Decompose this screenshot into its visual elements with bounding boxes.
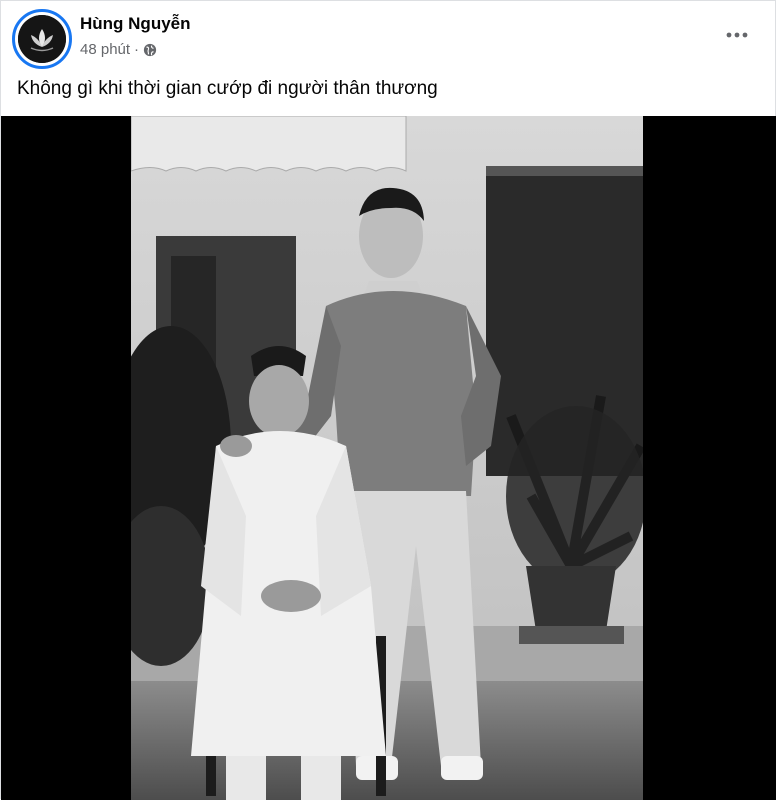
meta-separator: · bbox=[134, 41, 140, 58]
post-time[interactable]: 48 phút bbox=[80, 41, 130, 58]
author-name[interactable]: Hùng Nguyễn bbox=[80, 14, 191, 34]
avatar-image bbox=[18, 15, 66, 63]
post-caption: Không gì khi thời gian cướp đi người thâ… bbox=[17, 78, 438, 99]
avatar[interactable] bbox=[12, 9, 72, 69]
photo-container[interactable] bbox=[1, 116, 776, 800]
more-options-button[interactable] bbox=[723, 21, 751, 49]
lotus-icon bbox=[18, 15, 66, 63]
more-options-icon bbox=[726, 32, 748, 38]
post-meta: 48 phút · bbox=[80, 41, 157, 58]
facebook-post: Hùng Nguyễn 48 phút · Không gì khi thời … bbox=[0, 0, 776, 800]
post-header: Hùng Nguyễn 48 phút · bbox=[1, 1, 776, 69]
globe-icon[interactable] bbox=[143, 43, 157, 57]
post-photo bbox=[131, 116, 643, 800]
